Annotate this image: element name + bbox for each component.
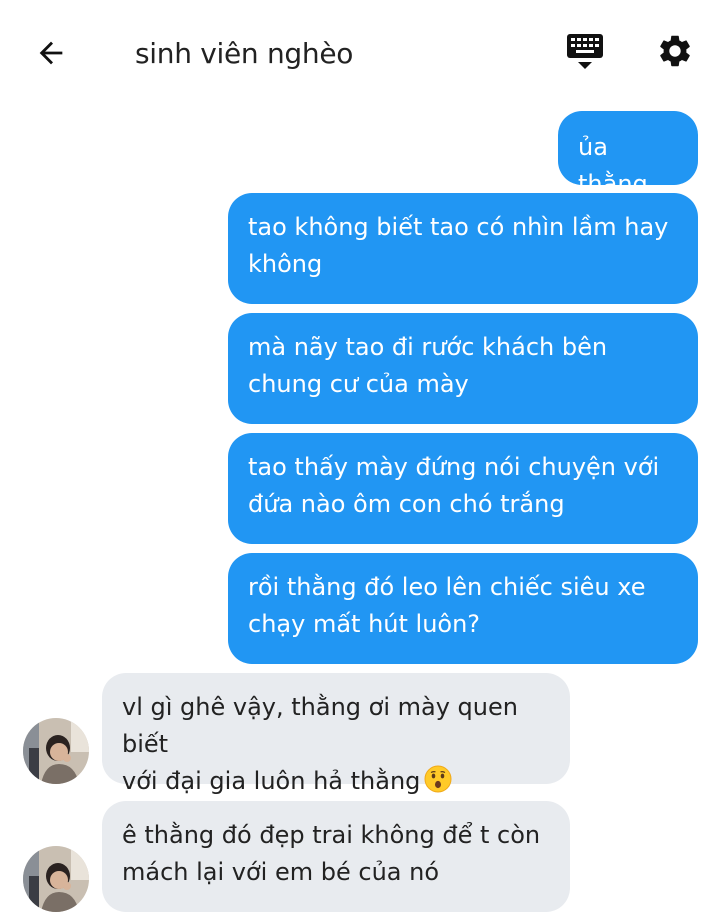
sent-message[interactable]: ủa thằng: [558, 111, 698, 198]
settings-button[interactable]: [652, 28, 698, 74]
gear-icon: [660, 35, 690, 67]
sent-message[interactable]: tao không biết tao có nhìn lầm hay không: [228, 193, 698, 304]
received-message-line: với đại gia luôn hả thằng: [122, 763, 550, 804]
received-message-line: vl gì ghê vậy, thằng ơi mày quen biết: [122, 693, 518, 758]
received-message-line: ê thằng đó đẹp trai không để t còn: [122, 821, 541, 849]
conversation-title: sinh viên nghèo: [135, 37, 354, 70]
back-button[interactable]: [28, 30, 74, 76]
sent-message[interactable]: mà nãy tao đi rước khách bên chung cư củ…: [228, 313, 698, 424]
received-message[interactable]: ê thằng đó đẹp trai không để t còn mách …: [102, 801, 570, 912]
arrow-left-icon: [39, 41, 63, 65]
contact-avatar[interactable]: [23, 846, 89, 912]
sent-message[interactable]: rồi thằng đó leo lên chiếc siêu xe chạy …: [228, 553, 698, 664]
keyboard-icon: [567, 34, 603, 69]
received-message-line: mách lại với em bé của nó: [122, 858, 440, 886]
hushed-face-emoji: [424, 765, 452, 804]
contact-avatar[interactable]: [23, 718, 89, 784]
received-message-text: với đại gia luôn hả thằng: [122, 767, 421, 795]
keyboard-button[interactable]: [562, 28, 608, 74]
received-message[interactable]: vl gì ghê vậy, thằng ơi mày quen biết vớ…: [102, 673, 570, 795]
sent-message[interactable]: tao thấy mày đứng nói chuyện với đứa nào…: [228, 433, 698, 544]
chat-header: sinh viên nghèo: [0, 0, 720, 100]
